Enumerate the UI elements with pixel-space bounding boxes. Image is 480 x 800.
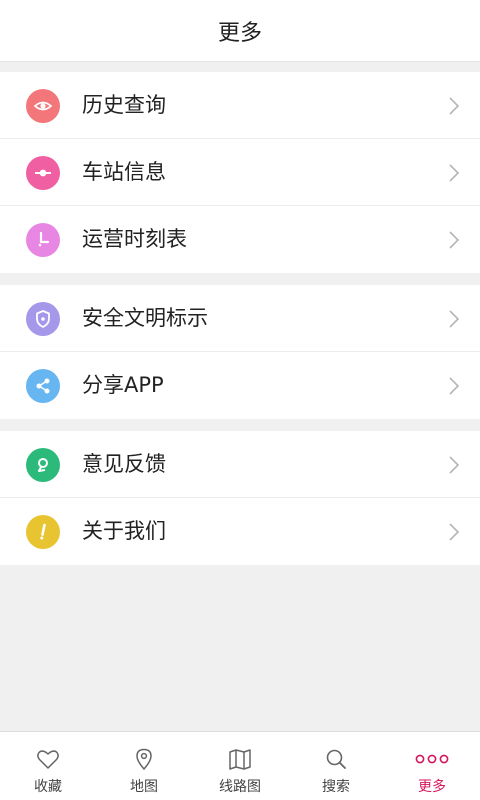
chevron-right-icon bbox=[448, 309, 460, 329]
more-dots-icon bbox=[414, 746, 450, 772]
menu-item-label: 历史查询 bbox=[82, 93, 166, 117]
menu-group-1: 历史查询 车站信息 运营时刻表 bbox=[0, 72, 480, 273]
tab-label: 收藏 bbox=[34, 779, 62, 795]
eye-icon bbox=[26, 89, 60, 123]
map-pin-icon bbox=[131, 746, 157, 772]
menu-item-share-app[interactable]: 分享APP bbox=[0, 352, 480, 419]
menu-item-safety-signs[interactable]: 安全文明标示 bbox=[0, 285, 480, 352]
menu-item-label: 分享APP bbox=[82, 373, 164, 397]
exclamation-icon bbox=[26, 515, 60, 549]
menu-item-label: 关于我们 bbox=[82, 519, 166, 543]
menu-item-feedback[interactable]: 意见反馈 bbox=[0, 431, 480, 498]
tab-route-map[interactable]: 线路图 bbox=[192, 732, 288, 800]
menu-item-label: 运营时刻表 bbox=[82, 227, 187, 251]
chevron-right-icon bbox=[448, 455, 460, 475]
station-icon bbox=[26, 156, 60, 190]
chevron-right-icon bbox=[448, 96, 460, 116]
tab-label: 更多 bbox=[418, 779, 446, 795]
menu-item-station-info[interactable]: 车站信息 bbox=[0, 139, 480, 206]
shield-icon bbox=[26, 302, 60, 336]
tab-more[interactable]: 更多 bbox=[384, 732, 480, 800]
chevron-right-icon bbox=[448, 163, 460, 183]
chevron-right-icon bbox=[448, 376, 460, 396]
menu-item-timetable[interactable]: 运营时刻表 bbox=[0, 206, 480, 273]
menu-group-3: 意见反馈 关于我们 bbox=[0, 431, 480, 565]
tab-search[interactable]: 搜索 bbox=[288, 732, 384, 800]
tab-label: 搜索 bbox=[322, 779, 350, 795]
top-bar: 更多 bbox=[0, 0, 480, 62]
menu-item-label: 车站信息 bbox=[82, 160, 166, 184]
menu-group-2: 安全文明标示 分享APP bbox=[0, 285, 480, 419]
tab-favorites[interactable]: 收藏 bbox=[0, 732, 96, 800]
chevron-right-icon bbox=[448, 522, 460, 542]
heart-icon bbox=[35, 746, 61, 772]
menu-item-history[interactable]: 历史查询 bbox=[0, 72, 480, 139]
share-icon bbox=[26, 369, 60, 403]
menu-item-about-us[interactable]: 关于我们 bbox=[0, 498, 480, 565]
clock-icon bbox=[26, 223, 60, 257]
menu-item-label: 安全文明标示 bbox=[82, 306, 208, 330]
bottom-tab-bar: 收藏 地图 线路图 搜索 更多 bbox=[0, 731, 480, 800]
feedback-icon bbox=[26, 448, 60, 482]
menu-item-label: 意见反馈 bbox=[82, 452, 166, 476]
route-map-icon bbox=[227, 746, 253, 772]
chevron-right-icon bbox=[448, 230, 460, 250]
search-icon bbox=[323, 746, 349, 772]
tab-map[interactable]: 地图 bbox=[96, 732, 192, 800]
page-title: 更多 bbox=[217, 20, 262, 46]
tab-label: 地图 bbox=[130, 779, 158, 795]
tab-label: 线路图 bbox=[219, 779, 261, 795]
